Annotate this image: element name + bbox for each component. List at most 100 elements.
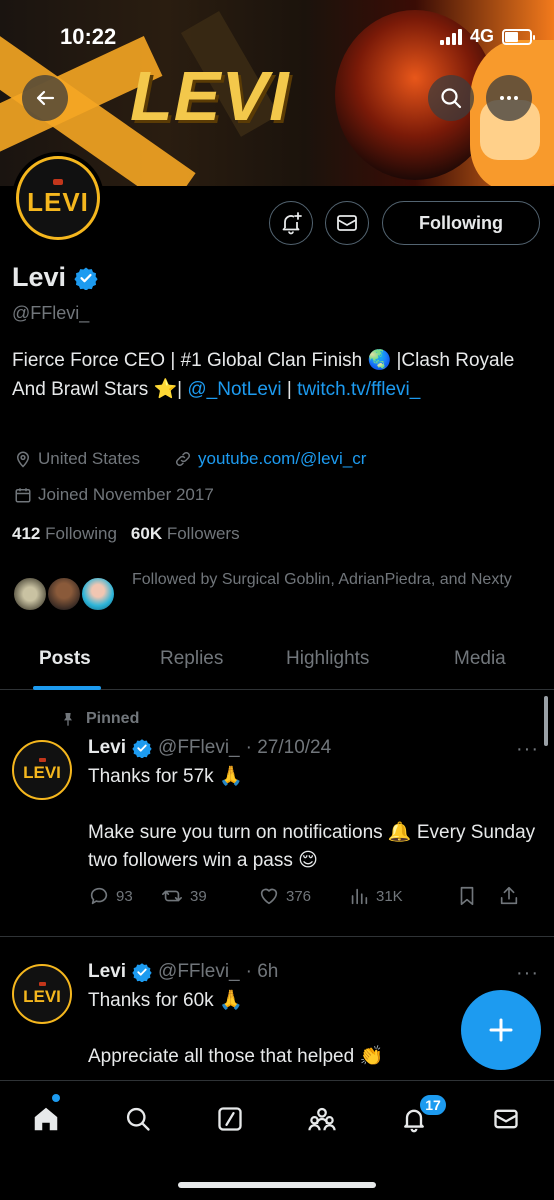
followers-label: Followers (166, 524, 240, 543)
pin-icon (64, 713, 72, 726)
notifications-badge: 17 (418, 1093, 448, 1117)
share-icon (500, 886, 518, 905)
website-row[interactable]: youtube.com/@levi_cr (174, 449, 366, 469)
verified-badge-icon[interactable] (74, 266, 98, 290)
crest-icon (38, 981, 46, 986)
search-icon (441, 88, 462, 109)
link-icon (175, 451, 191, 467)
post-text-line: Thanks for 60k 🙏 (88, 990, 243, 1011)
calendar-icon (15, 488, 31, 503)
reply-bubble-icon (90, 887, 108, 905)
view-count: 31K (376, 887, 403, 905)
profile-tabs: Posts Replies Highlights Media (0, 640, 554, 690)
search-button[interactable] (428, 75, 474, 121)
profile-bio: Fierce Force CEO | #1 Global Clan Finish… (12, 346, 542, 404)
pinned-label: Pinned (86, 710, 140, 727)
profile-avatar[interactable]: LEVI (12, 152, 104, 244)
tab-posts[interactable]: Posts (39, 648, 91, 670)
network-label: 4G (469, 26, 494, 46)
following-button[interactable]: Following (382, 201, 540, 245)
tab-replies[interactable]: Replies (160, 648, 223, 670)
following-label: Following (45, 524, 117, 543)
signal-icon (439, 28, 462, 45)
nav-messages[interactable] (486, 1099, 526, 1139)
home-indicator[interactable] (178, 1182, 376, 1188)
post-time[interactable]: · 6h (246, 961, 279, 983)
followers-count-link[interactable]: 60K Followers (131, 524, 240, 544)
post-avatar[interactable]: LEVI (12, 740, 72, 800)
envelope-icon (337, 215, 357, 231)
follower-avatar[interactable] (80, 576, 116, 612)
scrollbar[interactable] (544, 696, 548, 746)
profile-name-row: Levi (12, 262, 98, 293)
website-link[interactable]: youtube.com/@levi_cr (198, 449, 366, 469)
reply-count: 93 (116, 887, 133, 905)
follower-avatar[interactable] (12, 576, 48, 612)
repost-button[interactable]: 39 (160, 885, 258, 907)
battery-icon (502, 28, 535, 45)
post-text-line: Appreciate all those that helped 👏 (88, 1046, 384, 1067)
home-unread-dot (52, 1094, 60, 1102)
more-horizontal-icon (500, 96, 518, 100)
repost-count: 39 (190, 887, 207, 905)
nav-home[interactable] (26, 1099, 66, 1139)
follower-avatar[interactable] (46, 576, 82, 612)
reply-button[interactable]: 93 (88, 885, 160, 907)
nav-search[interactable] (118, 1099, 158, 1139)
location-text: United States (38, 449, 141, 468)
communities-icon (308, 1107, 336, 1131)
avatar-logo-text: LEVI (23, 762, 61, 782)
share-button[interactable] (498, 885, 520, 907)
status-indicators: 4G (439, 26, 535, 47)
joined-text: Joined November 2017 (38, 485, 214, 504)
joined-row: Joined November 2017 (14, 485, 214, 505)
post-more-button[interactable]: ··· (516, 962, 539, 985)
verified-badge-icon (132, 739, 152, 758)
banner-logo: LEVI (130, 57, 290, 135)
post-text-line: Thanks for 57k 🙏 (88, 766, 243, 787)
tab-media[interactable]: Media (454, 648, 506, 670)
notifications-subscribe-button[interactable] (269, 201, 313, 245)
verified-badge-icon (132, 963, 152, 982)
post-header: Levi @FFlevi_ · 6h (88, 961, 278, 983)
post-author-handle[interactable]: @FFlevi_ (158, 737, 240, 759)
post-author-name[interactable]: Levi (88, 961, 126, 983)
location-pin-icon (16, 451, 30, 468)
post-body[interactable]: Thanks for 57k 🙏 Make sure you turn on n… (88, 763, 538, 875)
like-count: 376 (286, 887, 312, 905)
post-author-handle[interactable]: @FFlevi_ (158, 961, 240, 983)
bio-separator: | (281, 379, 298, 400)
post-actions: 93 39 376 31K (88, 885, 542, 907)
profile-name: Levi (12, 262, 67, 292)
post-author-name[interactable]: Levi (88, 737, 126, 759)
post-more-button[interactable]: ··· (516, 738, 539, 761)
repost-icon (162, 890, 182, 902)
follow-counts: 412 Following 60K Followers (12, 524, 240, 544)
grok-icon (218, 1107, 242, 1131)
back-button[interactable] (22, 75, 68, 121)
like-button[interactable]: 376 (258, 885, 348, 907)
post-header: Levi @FFlevi_ · 27/10/24 (88, 737, 331, 759)
tab-highlights[interactable]: Highlights (286, 648, 369, 670)
envelope-icon (494, 1109, 518, 1129)
followed-by-text[interactable]: Followed by Surgical Goblin, AdrianPiedr… (132, 566, 542, 593)
post-time[interactable]: · 27/10/24 (246, 737, 332, 759)
post-body[interactable]: Thanks for 60k 🙏 Appreciate all those th… (88, 987, 448, 1071)
post-avatar[interactable]: LEVI (12, 964, 72, 1024)
crest-icon (38, 757, 46, 762)
crest-icon (53, 178, 63, 185)
bio-twitch-link[interactable]: twitch.tv/fflevi_ (297, 379, 420, 400)
pinned-label-row: Pinned (60, 710, 139, 728)
nav-grok[interactable] (210, 1099, 250, 1139)
following-count-link[interactable]: 412 Following (12, 524, 117, 544)
bookmark-button[interactable] (456, 885, 498, 907)
views-button[interactable]: 31K (348, 885, 456, 907)
nav-communities[interactable] (302, 1099, 342, 1139)
more-options-button[interactable] (486, 75, 532, 121)
compose-post-button[interactable] (461, 990, 541, 1070)
message-button[interactable] (325, 201, 369, 245)
bio-mention-link[interactable]: @_NotLevi (187, 379, 281, 400)
bookmark-icon (460, 886, 474, 906)
avatar-logo-text: LEVI (27, 186, 89, 217)
profile-handle: @FFlevi_ (12, 303, 90, 323)
